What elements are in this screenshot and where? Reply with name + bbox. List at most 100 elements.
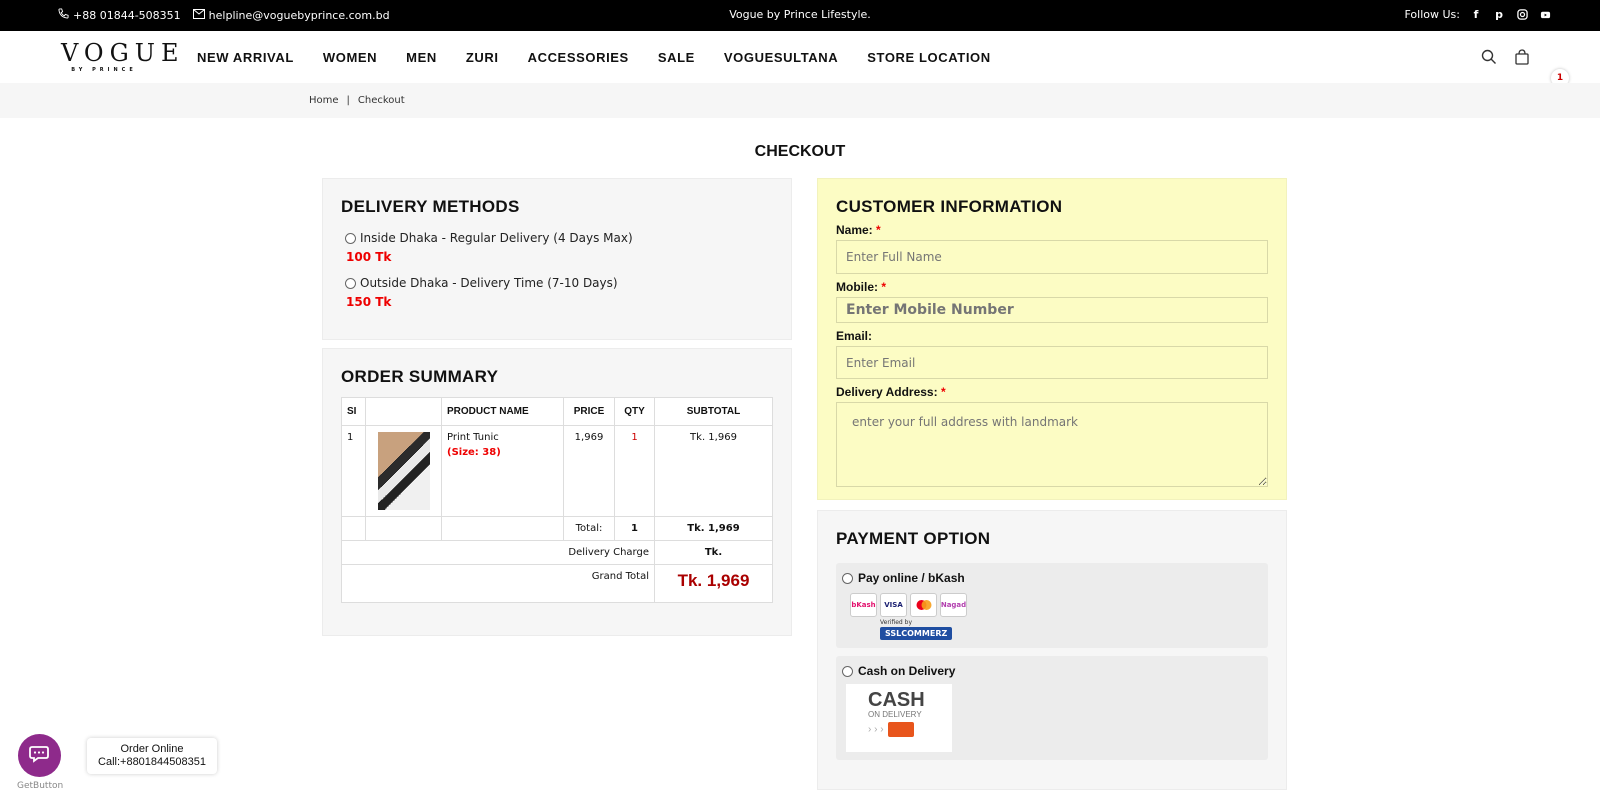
phone-icon <box>58 8 69 22</box>
sslcommerz-badge: Verified by SSLCOMMERZ <box>880 619 1262 640</box>
instagram-icon[interactable] <box>1515 7 1529 21</box>
nav-sale[interactable]: SALE <box>658 50 695 65</box>
cod-label: Cash on Delivery <box>858 664 956 678</box>
order-summary-table: SI PRODUCT NAME PRICE QTY SUBTOTAL 1 Pri… <box>341 397 773 603</box>
site-header: VOGUE BY PRINCE NEW ARRIVAL WOMEN MEN ZU… <box>0 31 1600 87</box>
row-subtotal: Tk. 1,969 <box>654 425 773 517</box>
row-sl: 1 <box>341 425 366 517</box>
nav-voguesultana[interactable]: VOGUESULTANA <box>724 50 838 65</box>
customer-info-panel: CUSTOMER INFORMATION Name: * Mobile: * E… <box>817 178 1287 500</box>
facebook-icon[interactable]: f <box>1469 7 1483 21</box>
delivery-charge-label: Delivery Charge <box>341 540 655 565</box>
sslcommerz-logo: SSLCOMMERZ <box>880 627 953 640</box>
grand-total-row: Grand Total Tk. 1,969 <box>341 564 773 603</box>
email-address: helpline@voguebyprince.com.bd <box>208 8 390 22</box>
breadcrumb: Home | Checkout <box>309 95 405 106</box>
delivery-inside-label: Inside Dhaka - Regular Delivery (4 Days … <box>360 231 633 245</box>
col-sl: SI <box>341 397 366 426</box>
breadcrumb-bar: Home | Checkout <box>0 83 1600 118</box>
row-price: 1,969 <box>563 425 615 517</box>
delivery-option-inside[interactable]: Inside Dhaka - Regular Delivery (4 Days … <box>341 231 773 264</box>
cod-radio[interactable] <box>842 665 853 677</box>
address-textarea[interactable] <box>836 402 1268 487</box>
delivery-charge-amount: Tk. <box>654 540 773 565</box>
col-price: PRICE <box>563 397 615 426</box>
col-product-name: PRODUCT NAME <box>441 397 564 426</box>
delivery-outside-label: Outside Dhaka - Delivery Time (7-10 Days… <box>360 276 618 290</box>
delivery-methods-title: DELIVERY METHODS <box>341 197 520 216</box>
nav-store-location[interactable]: STORE LOCATION <box>867 50 990 65</box>
delivery-inside-radio[interactable] <box>345 232 356 244</box>
order-summary-panel: ORDER SUMMARY SI PRODUCT NAME PRICE QTY … <box>322 348 792 636</box>
mastercard-logo-icon <box>910 593 937 617</box>
main-nav: NEW ARRIVAL WOMEN MEN ZURI ACCESSORIES S… <box>197 50 991 65</box>
breadcrumb-separator: | <box>346 95 350 106</box>
mobile-input[interactable] <box>836 297 1268 323</box>
customer-info-title: CUSTOMER INFORMATION <box>836 197 1063 216</box>
grand-total-label: Grand Total <box>341 564 655 603</box>
email-contact[interactable]: helpline@voguebyprince.com.bd <box>192 8 390 22</box>
chat-button[interactable] <box>18 734 61 777</box>
pay-online-label: Pay online / bKash <box>858 571 965 585</box>
getbutton-label: GetButton <box>17 781 64 791</box>
nav-women[interactable]: WOMEN <box>323 50 377 65</box>
pay-online-option[interactable]: Pay online / bKash bKash VISA Nagad Veri… <box>836 563 1268 648</box>
pinterest-icon[interactable]: p <box>1492 7 1506 21</box>
payment-logos: bKash VISA Nagad <box>850 593 1262 617</box>
cash-on-delivery-option[interactable]: Cash on Delivery CASH ON DELIVERY › › › <box>836 656 1268 760</box>
total-amount: Tk. 1,969 <box>654 516 773 541</box>
table-header-row: SI PRODUCT NAME PRICE QTY SUBTOTAL <box>341 397 773 426</box>
mobile-label: Mobile: * <box>836 280 887 294</box>
cart-icon[interactable] <box>1514 49 1530 69</box>
product-thumbnail[interactable] <box>377 432 430 510</box>
total-label: Total: <box>563 516 615 541</box>
payment-option-title: PAYMENT OPTION <box>836 529 991 548</box>
bkash-logo-icon: bKash <box>850 593 877 617</box>
col-image <box>365 397 442 426</box>
breadcrumb-current: Checkout <box>357 95 405 106</box>
delivery-methods-panel: DELIVERY METHODS Inside Dhaka - Regular … <box>322 178 792 340</box>
delivery-option-outside[interactable]: Outside Dhaka - Delivery Time (7-10 Days… <box>341 276 773 309</box>
nav-new-arrival[interactable]: NEW ARRIVAL <box>197 50 294 65</box>
order-summary-title: ORDER SUMMARY <box>341 367 499 386</box>
follow-label: Follow Us: <box>1404 7 1461 21</box>
chat-bubble-icon <box>28 744 51 768</box>
email-label: Email: <box>836 329 873 343</box>
nagad-logo-icon: Nagad <box>940 593 967 617</box>
payment-option-panel: PAYMENT OPTION Pay online / bKash bKash … <box>817 510 1287 790</box>
top-bar: +88 01844-508351 helpline@voguebyprince.… <box>0 0 1600 31</box>
delivery-inside-price: 100 Tk <box>346 250 392 264</box>
total-row: Total: 1 Tk. 1,969 <box>341 516 773 541</box>
search-icon[interactable] <box>1481 49 1497 69</box>
envelope-icon <box>192 8 205 22</box>
table-row: 1 Print Tunic (Size: 38) 1,969 1 Tk. 1,9… <box>341 425 773 517</box>
phone-contact[interactable]: +88 01844-508351 <box>58 8 181 22</box>
name-label: Name: * <box>836 223 881 237</box>
breadcrumb-home[interactable]: Home <box>309 95 339 106</box>
nav-accessories[interactable]: ACCESSORIES <box>528 50 629 65</box>
chat-tooltip[interactable]: Order Online Call:+8801844508351 <box>87 738 217 774</box>
col-subtotal: SUBTOTAL <box>654 397 773 426</box>
total-qty: 1 <box>614 516 655 541</box>
pay-online-radio[interactable] <box>842 572 853 584</box>
row-qty: 1 <box>614 425 655 517</box>
phone-number: +88 01844-508351 <box>73 8 181 22</box>
delivery-outside-price: 150 Tk <box>346 295 392 309</box>
nav-men[interactable]: MEN <box>406 50 437 65</box>
truck-icon <box>887 722 914 737</box>
nav-zuri[interactable]: ZURI <box>466 50 499 65</box>
address-label: Delivery Address: * <box>836 385 946 399</box>
col-qty: QTY <box>614 397 655 426</box>
product-name[interactable]: Print Tunic <box>447 432 558 443</box>
name-input[interactable] <box>836 240 1268 274</box>
grand-total-amount: Tk. 1,969 <box>654 564 773 603</box>
youtube-icon[interactable] <box>1538 7 1552 21</box>
cash-on-delivery-logo: CASH ON DELIVERY › › › <box>846 684 952 752</box>
delivery-charge-row: Delivery Charge Tk. <box>341 540 773 565</box>
product-size: (Size: 38) <box>447 447 501 458</box>
page-title: CHECKOUT <box>754 143 846 160</box>
delivery-outside-radio[interactable] <box>345 277 356 289</box>
email-input[interactable] <box>836 346 1268 379</box>
site-logo[interactable]: VOGUE BY PRINCE <box>61 41 179 75</box>
visa-logo-icon: VISA <box>880 593 907 617</box>
